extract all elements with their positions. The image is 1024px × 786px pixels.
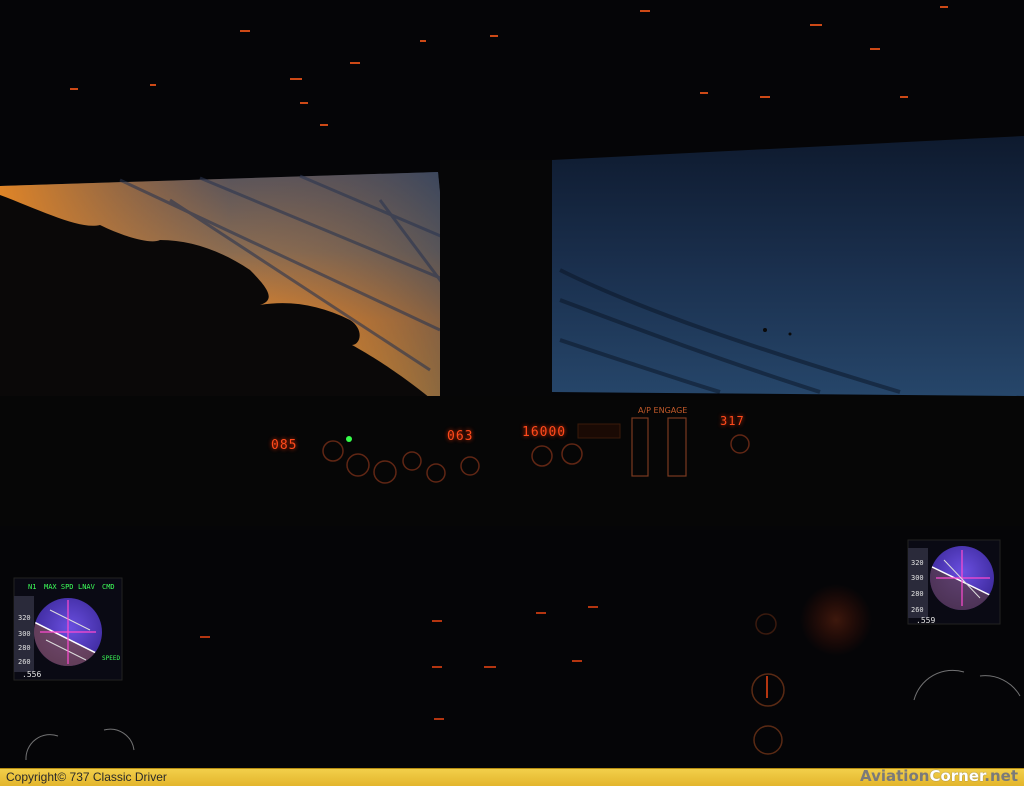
mcp-altitude-display: 16000: [522, 425, 567, 440]
left-pfd-fma-2: MAX SPD: [44, 583, 74, 591]
left-pfd-speed-tick-300: 300: [18, 630, 31, 638]
right-pfd-speed-tick-300: 300: [911, 574, 924, 582]
brand-part-aviation: Aviation: [860, 767, 930, 785]
left-pfd-speed-tick-260: 260: [18, 658, 31, 666]
copyright-text: Copyright© 737 Classic Driver: [6, 770, 167, 784]
right-pfd-speed-tick-280: 280: [911, 590, 924, 598]
mcp-course-left-display: 085: [271, 438, 298, 453]
right-pfd-speed-tick-320: 320: [911, 559, 924, 567]
left-pfd-fma-4: CMD: [102, 583, 115, 591]
left-pfd-mach: .556: [22, 670, 42, 679]
mcp-heading-display: 063: [447, 429, 474, 444]
right-windshield: [552, 136, 1024, 396]
windshield-center-post: [440, 160, 552, 400]
standby-instrument: [800, 584, 872, 656]
left-pfd-speed-tick-320: 320: [18, 614, 31, 622]
left-pfd-fma-3: LNAV: [78, 583, 95, 591]
brand-part-net: .net: [984, 767, 1018, 785]
left-pfd-speed-label: SPEED: [102, 655, 121, 662]
right-pfd-speed-tick-260: 260: [911, 606, 924, 614]
watermark-banner: Copyright© 737 Classic Driver AviationCo…: [0, 767, 1024, 786]
right-pfd-mach: .559: [916, 616, 936, 625]
brand-logo[interactable]: AviationCorner.net: [860, 767, 1018, 785]
left-windshield: [0, 172, 460, 400]
left-pfd-speed-tick-280: 280: [18, 644, 31, 652]
green-indicator-light: [346, 436, 352, 442]
left-pfd-fma-1: N1: [28, 583, 37, 591]
cockpit-photo: [0, 0, 1024, 768]
mcp-course-right-display: 317: [720, 414, 745, 428]
ap-engage-label: A/P ENGAGE: [638, 406, 688, 415]
brand-part-corner: Corner: [929, 767, 985, 785]
